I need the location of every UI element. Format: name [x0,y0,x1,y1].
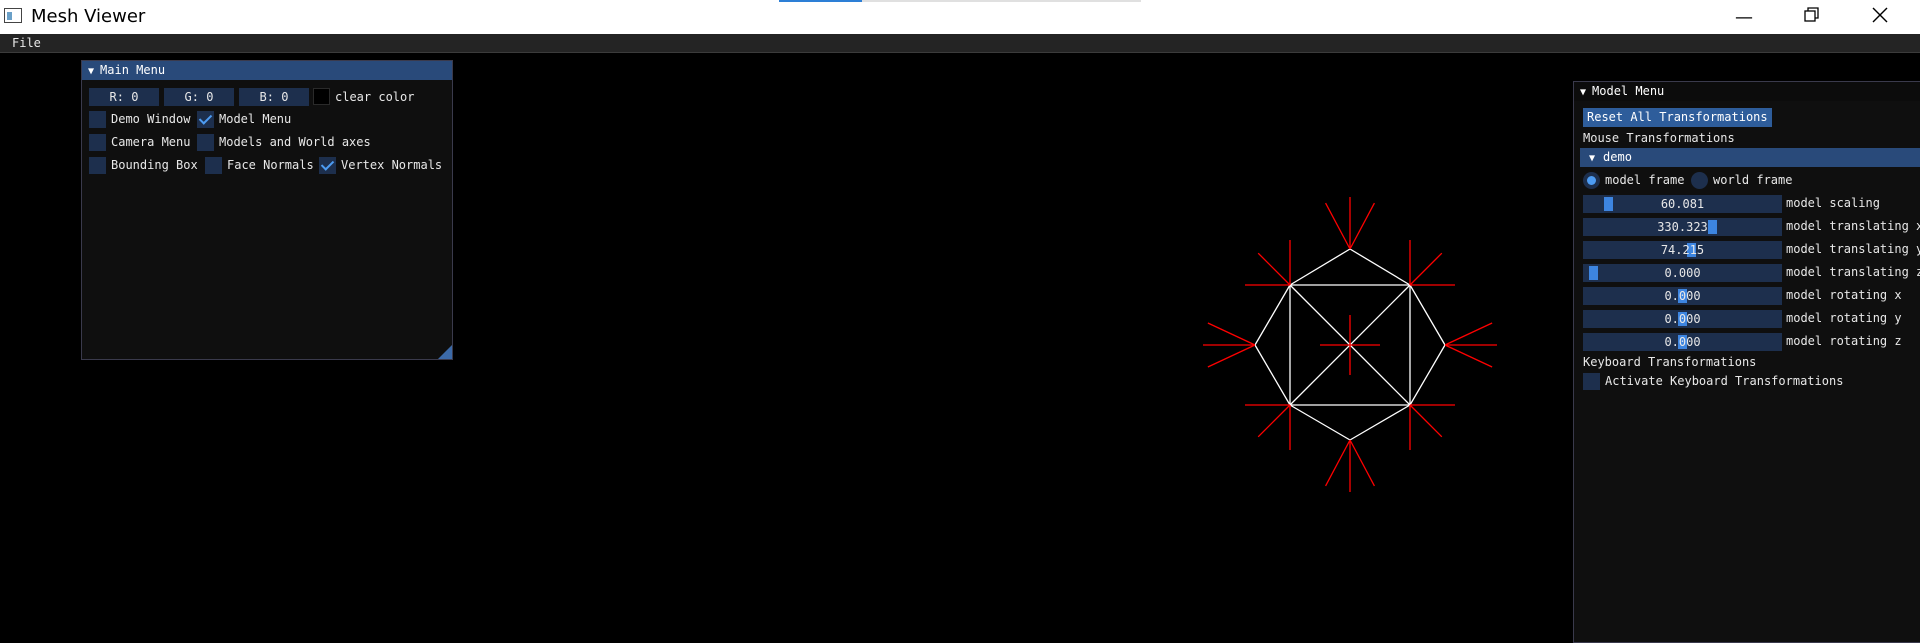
mesh-edge [1254,284,1291,346]
mesh-edge [1349,248,1411,286]
demo-header[interactable]: ▼ demo [1580,148,1920,167]
model-frame-label: model frame [1605,173,1685,187]
mouse-transformations-label: Mouse Transformations [1583,131,1735,145]
slider-label: model rotating y [1786,311,1902,325]
slider-value: 0.000 [1664,289,1701,303]
vertex-normal [1257,252,1291,286]
slider-label: model scaling [1786,196,1880,210]
color-swatch[interactable] [313,88,330,105]
activate-keyboard-label: Activate Keyboard Transformations [1605,374,1844,388]
face-normals-checkbox[interactable] [205,157,222,174]
main-menu-titlebar[interactable]: ▼ Main Menu [82,61,452,80]
mesh-edge [1289,248,1351,286]
blue-input[interactable]: B: 0 [239,88,309,106]
slider-label: model translating z [1786,265,1920,279]
world-frame-label: world frame [1713,173,1793,187]
slider-value: 74.215 [1660,243,1705,257]
slider-label: model translating y [1786,242,1920,256]
slider-value: 0.000 [1664,312,1701,326]
models-world-axes-label: Models and World axes [219,135,371,149]
resize-grip-icon[interactable] [438,345,452,359]
slider-model-translating-x[interactable]: 330.323 [1583,218,1782,236]
models-world-axes-checkbox[interactable] [197,134,214,151]
slider-value: 330.323 [1657,220,1708,234]
bounding-box-checkbox[interactable] [89,157,106,174]
vertex-normal [1349,202,1375,250]
camera-menu-checkbox[interactable] [89,134,106,151]
green-input[interactable]: G: 0 [164,88,234,106]
slider-value: 0.000 [1664,335,1701,349]
slider-model-translating-y[interactable]: 74.215 [1583,241,1782,259]
mesh-edge [1289,404,1351,441]
red-input[interactable]: R: 0 [89,88,159,106]
slider-value: 60.081 [1660,197,1705,211]
demo-collapse-arrow-icon[interactable]: ▼ [1589,149,1595,168]
slider-label: model rotating x [1786,288,1902,302]
collapse-arrow-icon[interactable]: ▼ [1580,83,1586,102]
vertex-normal [1444,322,1493,346]
vertex-normal [1207,322,1256,346]
demo-window-label: Demo Window [111,112,191,126]
clear-color-label: clear color [335,90,415,104]
reset-all-transformations-button[interactable]: Reset All Transformations [1583,108,1772,127]
vertex-normal [1325,439,1351,487]
main-menu-window[interactable]: ▼ Main Menu R: 0 G: 0 B: 0 clear color De… [81,60,453,360]
main-menu-title: Main Menu [100,63,166,77]
slider-model-translating-z[interactable]: 0.000 [1583,264,1782,282]
slider-model-rotating-y[interactable]: 0.000 [1583,310,1782,328]
mesh-edge [1409,284,1446,346]
slider-value: 0.000 [1664,266,1701,280]
vertex-normal [1409,404,1443,438]
mesh-edge [1254,344,1291,406]
camera-menu-label: Camera Menu [111,135,191,149]
vertex-normals-checkbox[interactable] [319,157,336,174]
world-frame-radio[interactable] [1691,172,1708,189]
vertex-normal [1325,202,1351,250]
model-menu-label: Model Menu [219,112,292,126]
demo-header-label: demo [1603,150,1632,164]
slider-model-rotating-z[interactable]: 0.000 [1583,333,1782,351]
slider-model-scaling[interactable]: 60.081 [1583,195,1782,213]
model-menu-checkbox[interactable] [197,111,214,128]
vertex-normal [1349,439,1375,487]
vertex-normal [1409,252,1443,286]
vertex-normal [1207,344,1256,368]
model-menu-titlebar[interactable]: ▼ Model Menu [1574,82,1920,101]
slider-label: model rotating z [1786,334,1902,348]
bounding-box-label: Bounding Box [111,158,198,172]
demo-window-checkbox[interactable] [89,111,106,128]
activate-keyboard-checkbox[interactable] [1583,373,1600,390]
face-normals-label: Face Normals [227,158,314,172]
slider-model-rotating-x[interactable]: 0.000 [1583,287,1782,305]
collapse-arrow-icon[interactable]: ▼ [88,62,94,81]
model-frame-radio[interactable] [1583,172,1600,189]
model-menu-title: Model Menu [1592,84,1665,98]
vertex-normal [1257,404,1291,438]
mesh-edge [1349,404,1411,441]
slider-label: model translating x [1786,219,1920,233]
vertex-normal [1444,344,1493,368]
mesh-edge [1409,344,1446,406]
keyboard-transformations-label: Keyboard Transformations [1583,355,1757,369]
vertex-normals-label: Vertex Normals [341,158,443,172]
model-menu-window[interactable]: ▼ Model Menu Reset All Transformations Mo… [1573,81,1920,643]
